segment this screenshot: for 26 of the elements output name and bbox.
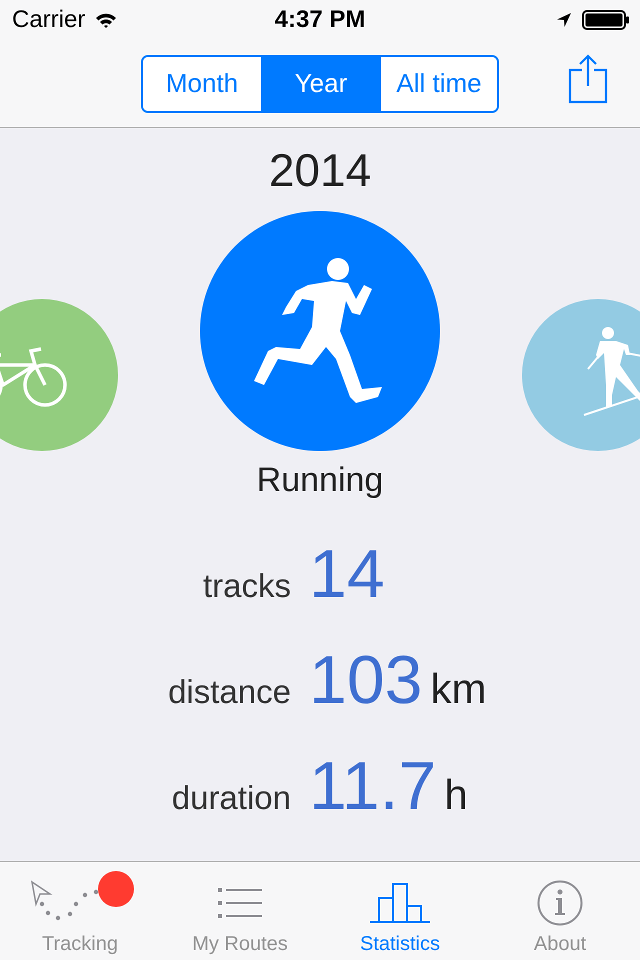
period-tab[interactable]: Year [261, 56, 379, 110]
stat-value: 103 [309, 641, 422, 720]
list-icon [218, 886, 262, 920]
tab-bar-item[interactable]: About [480, 862, 640, 960]
clock-time: 4:37 PM [274, 6, 366, 34]
stat-value: 14 [309, 535, 385, 614]
stat-unit: h [444, 771, 468, 819]
period-tab[interactable]: All time [379, 56, 497, 110]
tab-bar-item[interactable]: Tracking [0, 862, 160, 960]
stat-value: 11.7 [309, 747, 436, 826]
activity-name: Running [256, 461, 384, 500]
period-tab[interactable]: Month [143, 56, 261, 110]
year-title: 2014 [268, 144, 372, 196]
stat-label: duration [172, 779, 291, 817]
wifi-icon [95, 12, 118, 28]
stat-label: distance [168, 673, 291, 711]
bar-chart-icon [370, 882, 430, 924]
tab-bar-item[interactable]: Statistics [320, 862, 480, 960]
battery-icon [582, 10, 630, 30]
carrier-name: Carrier [12, 6, 86, 34]
tab-bar-item[interactable]: My Routes [160, 862, 320, 960]
stat-label: tracks [202, 567, 291, 605]
location-arrow-icon [556, 12, 572, 28]
share-icon[interactable] [568, 54, 608, 104]
stat-unit: km [430, 665, 486, 713]
info-icon [537, 880, 583, 926]
